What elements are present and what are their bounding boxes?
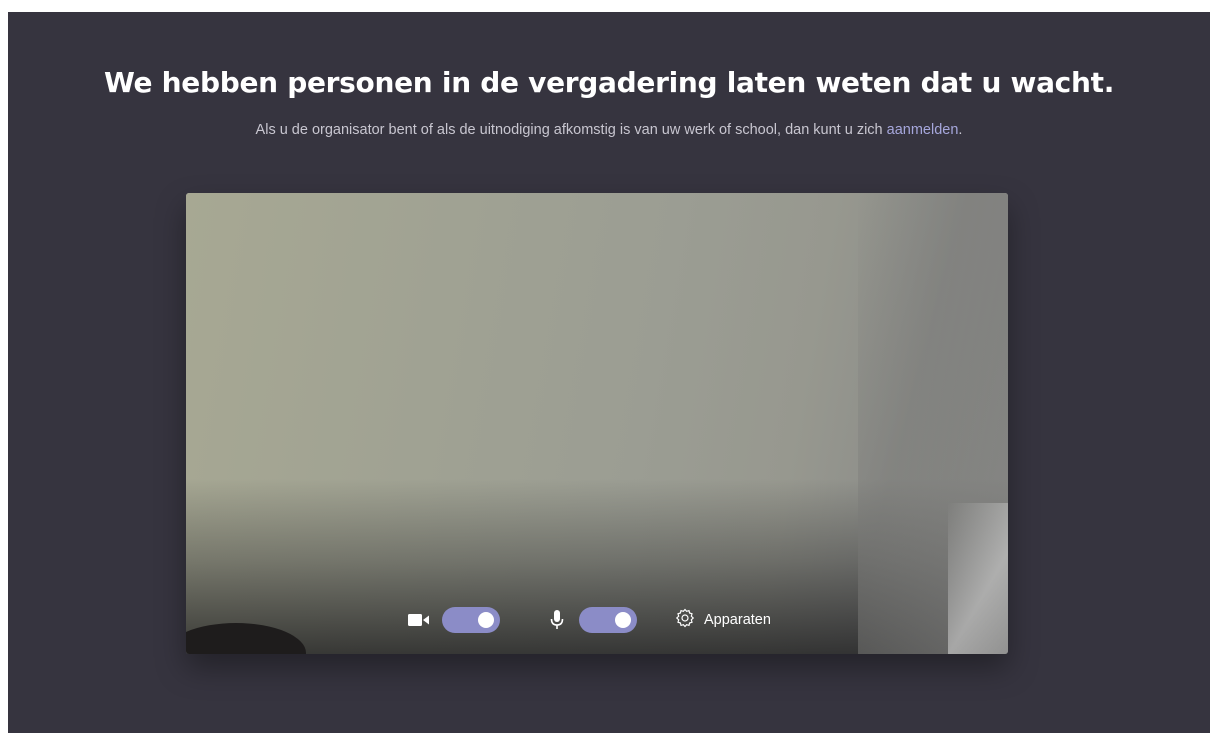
page-title: We hebben personen in de vergadering lat… [103,66,1115,99]
gear-icon [675,608,695,633]
video-preview: Apparaten [186,193,1008,654]
lobby-screen: We hebben personen in de vergadering lat… [8,12,1210,733]
signin-hint-period: . [958,122,963,138]
microphone-toggle-knob [615,612,631,628]
signin-hint: Als u de organisator bent of als de uitn… [8,122,1210,138]
camera-toggle[interactable] [442,607,500,633]
microphone-toggle[interactable] [579,607,637,633]
signin-link[interactable]: aanmelden [887,122,959,138]
device-controls: Apparaten [186,605,1008,639]
devices-label: Apparaten [704,612,771,628]
video-camera-icon [408,613,430,632]
camera-feed [186,193,1008,654]
signin-hint-text: Als u de organisator bent of als de uitn… [255,122,887,138]
microphone-icon [550,610,564,635]
devices-button[interactable]: Apparaten [675,605,771,635]
camera-toggle-knob [478,612,494,628]
